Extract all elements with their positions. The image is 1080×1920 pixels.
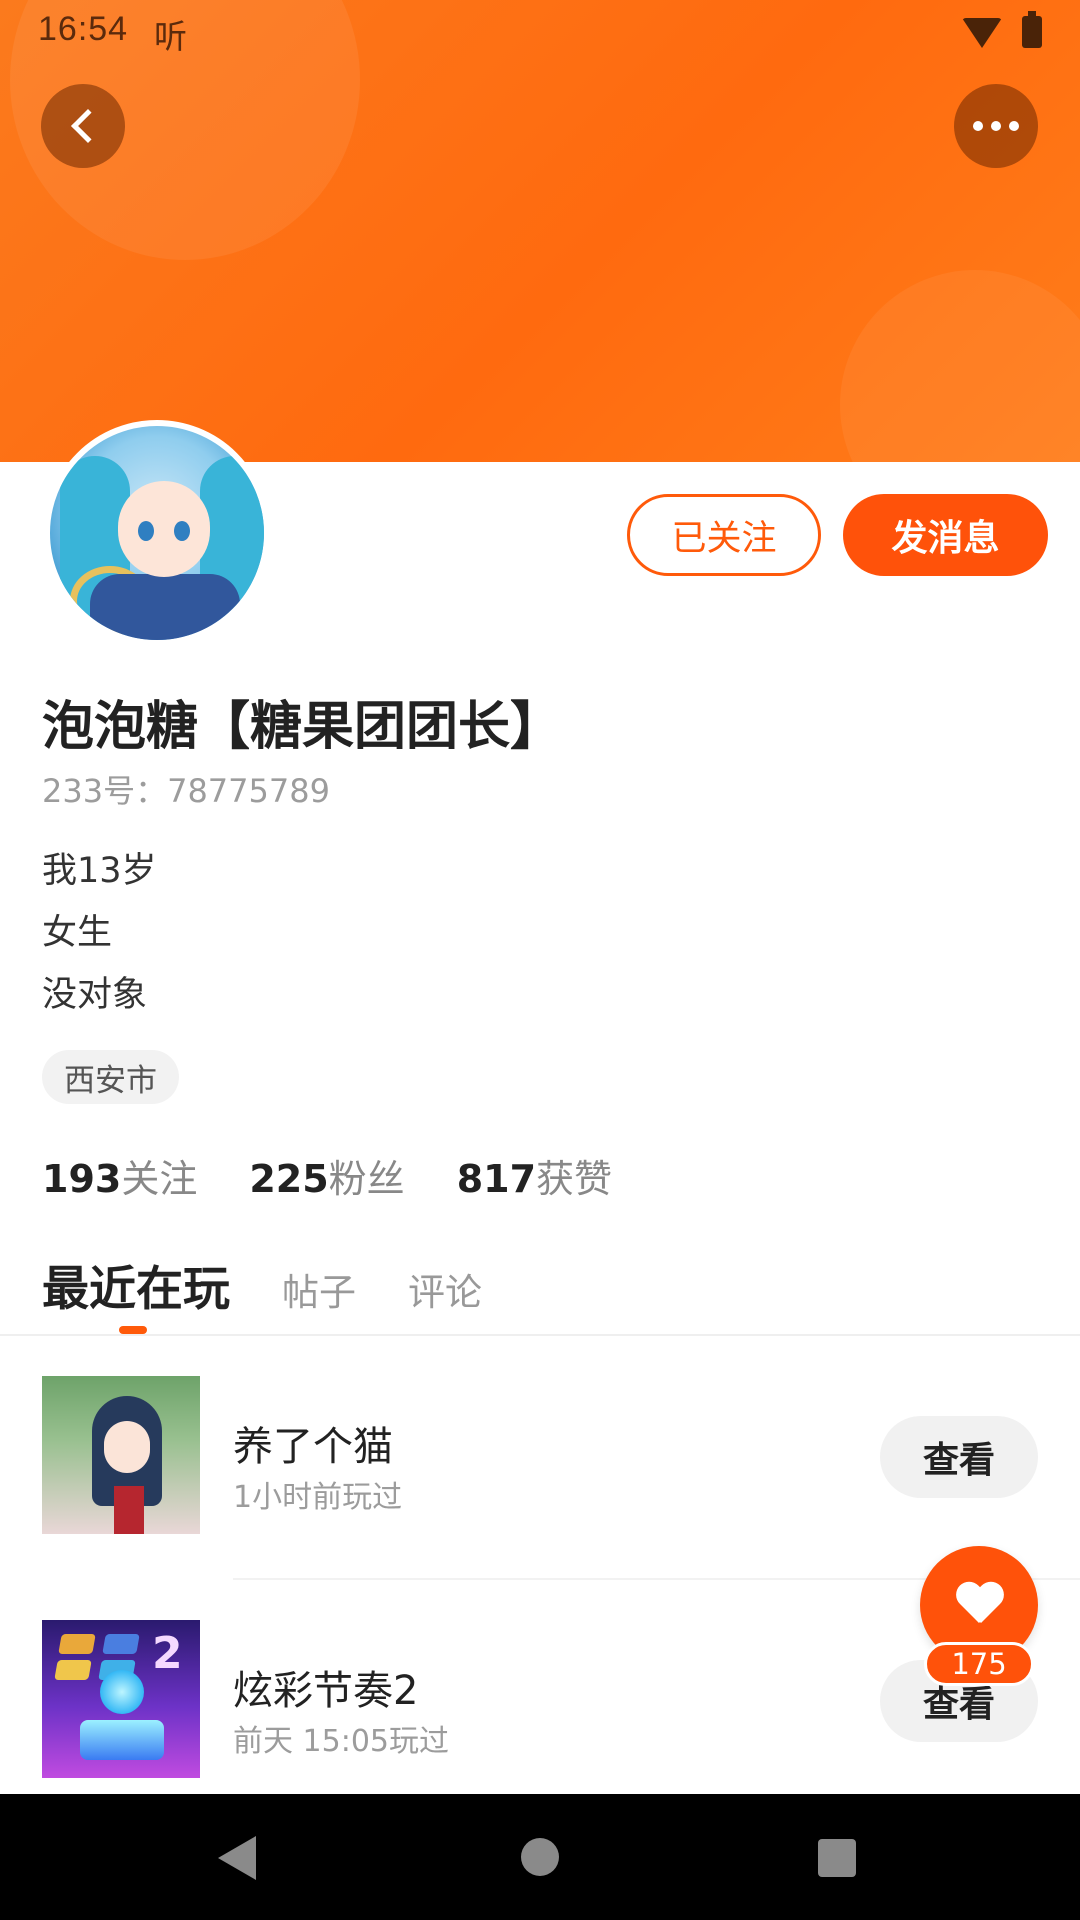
game-last-played: 1小时前玩过 bbox=[233, 1480, 403, 1515]
stat-following[interactable]: 193 关注 bbox=[42, 1148, 197, 1203]
send-message-button[interactable]: 发消息 bbox=[843, 494, 1048, 576]
system-nav-bar bbox=[0, 1794, 1080, 1920]
bio-line: 没对象 bbox=[42, 975, 148, 1015]
nav-back-icon[interactable] bbox=[218, 1836, 256, 1880]
stat-label: 关注 bbox=[121, 1157, 198, 1201]
status-app-indicator: 听 bbox=[154, 17, 187, 56]
nav-home-icon[interactable] bbox=[521, 1838, 559, 1876]
avatar[interactable] bbox=[44, 420, 270, 646]
tab-comments[interactable]: 评论 bbox=[408, 1262, 482, 1316]
nav-recent-icon[interactable] bbox=[818, 1839, 856, 1877]
location-tag: 西安市 bbox=[42, 1050, 179, 1104]
status-time: 16:54 bbox=[38, 10, 129, 48]
profile-nickname: 泡泡糖【糖果团团长】 bbox=[42, 697, 563, 757]
profile-stats: 193 关注 225 粉丝 817 获赞 bbox=[42, 1148, 612, 1203]
more-dots-icon bbox=[973, 121, 1019, 131]
view-button[interactable]: 查看 bbox=[880, 1416, 1038, 1498]
battery-icon bbox=[1022, 11, 1042, 48]
bio-line: 女生 bbox=[42, 913, 113, 953]
game-title: 养了个猫 bbox=[233, 1424, 393, 1470]
stat-value: 225 bbox=[249, 1157, 329, 1201]
profile-user-id: 233号：78775789 bbox=[42, 772, 330, 810]
chevron-left-icon bbox=[71, 109, 105, 143]
heart-icon bbox=[955, 1583, 1003, 1627]
stat-value: 193 bbox=[42, 1157, 122, 1201]
tab-recently-played[interactable]: 最近在玩 bbox=[42, 1250, 230, 1319]
game-title: 炫彩节奏2 bbox=[233, 1668, 419, 1714]
active-tab-indicator bbox=[119, 1326, 147, 1334]
back-button[interactable] bbox=[41, 84, 125, 168]
stat-label: 获赞 bbox=[536, 1157, 613, 1201]
profile-header-background bbox=[0, 0, 1080, 462]
bio-line: 我13岁 bbox=[42, 851, 157, 891]
status-bar: 16:54 听 bbox=[0, 0, 1080, 64]
more-options-button[interactable] bbox=[954, 84, 1038, 168]
stat-value: 817 bbox=[456, 1157, 537, 1201]
tab-posts[interactable]: 帖子 bbox=[282, 1262, 356, 1316]
following-button[interactable]: 已关注 bbox=[627, 494, 821, 576]
like-count-badge: 175 bbox=[924, 1642, 1034, 1686]
game-thumbnail: 2 bbox=[42, 1620, 200, 1778]
game-last-played: 前天 15:05玩过 bbox=[233, 1724, 449, 1759]
profile-tabs: 最近在玩 帖子 评论 bbox=[42, 1250, 482, 1319]
stat-fans[interactable]: 225 粉丝 bbox=[249, 1148, 404, 1203]
list-item[interactable]: 养了个猫 1小时前玩过 查看 bbox=[0, 1362, 1080, 1562]
header-decoration bbox=[840, 270, 1080, 462]
wifi-icon bbox=[962, 18, 1002, 48]
list-item[interactable]: 2 炫彩节奏2 前天 15:05玩过 查看 bbox=[0, 1606, 1080, 1806]
divider bbox=[0, 1334, 1080, 1336]
stat-label: 粉丝 bbox=[328, 1157, 405, 1201]
stat-likes[interactable]: 817 获赞 bbox=[457, 1148, 612, 1203]
game-thumbnail bbox=[42, 1376, 200, 1534]
